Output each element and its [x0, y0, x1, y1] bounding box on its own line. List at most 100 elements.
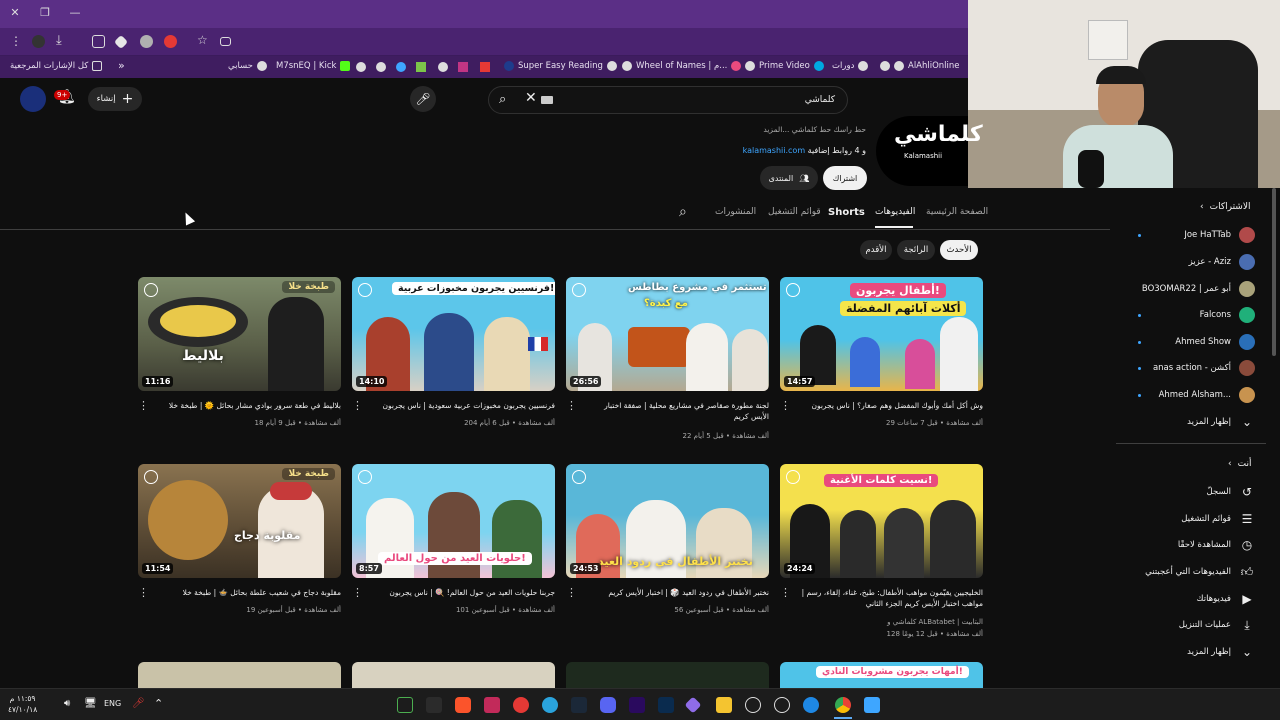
- video-title[interactable]: جربنا حلويات العيد من حول العالم! 🍭 | نا…: [370, 588, 555, 599]
- sidebar-sub-aziz[interactable]: عزيز - Aziz: [1130, 251, 1255, 273]
- bookmark-alahli[interactable]: AlAhliOnline: [880, 61, 960, 71]
- file-explorer-icon[interactable]: [716, 697, 732, 713]
- site-icon[interactable]: [396, 62, 406, 72]
- extension-round-icon[interactable]: [140, 35, 153, 48]
- steam-icon[interactable]: [571, 697, 587, 713]
- globe-icon[interactable]: [438, 62, 448, 72]
- video-thumbnail[interactable]: نسيت كلمات الأغنية! 24:24: [780, 464, 983, 578]
- sidebar-sub-joe[interactable]: Joe HaTTab: [1130, 224, 1255, 246]
- premiere-icon[interactable]: [629, 697, 645, 713]
- app-icon-a[interactable]: [484, 697, 500, 713]
- minimize-window-icon[interactable]: —: [68, 6, 82, 19]
- video-thumbnail[interactable]: تستثمر في مشروع بطاطس مع كبدة؟ 26:56: [566, 277, 769, 391]
- sidebar-liked[interactable]: الفيديوهات التي أعجبتني 👍︎: [1130, 561, 1255, 583]
- photoshop-icon[interactable]: [658, 697, 674, 713]
- sidebar-watch-later[interactable]: المشاهدة لاحقًا ◷: [1130, 534, 1255, 556]
- video-card[interactable]: أطفال يجربون! أكلات آبائهم المفضلة 14:57…: [780, 277, 983, 427]
- globe-icon[interactable]: [356, 62, 366, 72]
- terminal-icon[interactable]: [426, 697, 442, 713]
- video-thumbnail[interactable]: أطفال يجربون! أكلات آبائهم المفضلة 14:57: [780, 277, 983, 391]
- tab-shorts[interactable]: Shorts: [828, 207, 865, 218]
- channel-about[interactable]: حط راسك حط كلماشي ...المزيد: [763, 125, 866, 134]
- network-icon[interactable]: 🖥︎: [84, 698, 97, 709]
- bookmark-prime[interactable]: Prime Video: [745, 61, 824, 71]
- video-title[interactable]: الخليجيين يقيّمون مواهب الأطفال: طبخ، غن…: [798, 588, 983, 610]
- voice-search-button[interactable]: 🎤︎: [410, 86, 436, 112]
- video-card[interactable]: تستثمر في مشروع بطاطس مع كبدة؟ 26:56 لجن…: [566, 277, 769, 440]
- video-thumbnail[interactable]: [352, 662, 555, 688]
- video-title[interactable]: لجنة مطورة صقاصر في مشاريع محلية | صفقة …: [584, 401, 769, 423]
- video-card[interactable]: نختبر الأطفال في ردود العيد 24:53 نختبر …: [566, 464, 769, 614]
- sidebar-sub-bo3omar[interactable]: BO3OMAR22 | أبو عمر: [1130, 278, 1255, 300]
- menu-dots-icon[interactable]: ⋮: [10, 34, 22, 48]
- search-box[interactable]: ⌕ ✕ كلماشي: [488, 86, 848, 114]
- video-thumbnail[interactable]: [566, 662, 769, 688]
- discord-icon[interactable]: [600, 697, 616, 713]
- clear-search-icon[interactable]: ✕: [525, 90, 537, 106]
- search-input[interactable]: كلماشي: [805, 95, 835, 105]
- edge-icon[interactable]: [803, 697, 819, 713]
- more-options-icon[interactable]: ⋮: [780, 400, 791, 411]
- subscriptions-header[interactable]: ‹ الاشتراكات: [1200, 202, 1250, 212]
- more-options-icon[interactable]: ⋮: [780, 587, 791, 598]
- sidebar-playlists[interactable]: قوائم التشغيل ☰: [1130, 508, 1255, 530]
- site-icon[interactable]: [458, 62, 468, 72]
- video-thumbnail[interactable]: نختبر الأطفال في ردود العيد 24:53: [566, 464, 769, 578]
- download-icon[interactable]: ⤓: [56, 33, 62, 48]
- video-thumbnail[interactable]: حلويات العيد من حول العالم! 8:57: [352, 464, 555, 578]
- chip-latest[interactable]: الأحدث: [940, 240, 978, 260]
- video-title[interactable]: بلاليط في طعة سرور بوادي مشار بحائل 🌞 | …: [156, 401, 341, 412]
- account-avatar[interactable]: [20, 86, 46, 112]
- sidebar-sub-anas[interactable]: anas action - أكشن: [1130, 357, 1255, 379]
- chip-popular[interactable]: الرائجة: [897, 240, 935, 260]
- extension-icon[interactable]: [32, 35, 45, 48]
- page-action-icon[interactable]: [220, 37, 231, 46]
- more-options-icon[interactable]: ⋮: [138, 400, 149, 411]
- video-thumbnail[interactable]: فرنسيين يجربون مخبوزات عربية! 14:10: [352, 277, 555, 391]
- video-thumbnail[interactable]: طبخة خلا بلاليط 11:16: [138, 277, 341, 391]
- clock[interactable]: ١١:٥٩ م ٤٧/١٠/١٨: [8, 694, 37, 715]
- app-icon-1[interactable]: [397, 697, 413, 713]
- tab-posts[interactable]: المنشورات: [715, 207, 756, 217]
- sidebar-show-more[interactable]: إظهار المزيد ⌄: [1130, 411, 1255, 433]
- site-icon[interactable]: [416, 62, 426, 72]
- channel-search-icon[interactable]: ⌕: [679, 204, 687, 220]
- globe-icon[interactable]: [376, 62, 386, 72]
- you-header[interactable]: ‹ أنت: [1228, 459, 1251, 469]
- video-card[interactable]: حلويات العيد من حول العالم! 8:57 جربنا ح…: [352, 464, 555, 614]
- sidebar-sub-ahmedshow[interactable]: Ahmed Show: [1130, 331, 1255, 353]
- sidebar-you-show-more[interactable]: إظهار المزيد ⌄: [1130, 641, 1255, 663]
- bookmark-courses[interactable]: دورات: [832, 61, 869, 71]
- sidebar-history[interactable]: السجلّ ↺: [1130, 481, 1255, 503]
- mic-in-use-icon[interactable]: 🎤︎: [132, 698, 145, 709]
- create-button[interactable]: إنشاء +: [88, 87, 142, 111]
- bookmarks-more-icon[interactable]: »: [118, 59, 125, 72]
- tab-home[interactable]: الصفحة الرئيسية: [926, 207, 988, 217]
- more-options-icon[interactable]: ⋮: [566, 400, 577, 411]
- keyboard-icon[interactable]: [541, 96, 553, 104]
- bookmark-account[interactable]: حسابي: [228, 61, 267, 71]
- app-icon-red[interactable]: [513, 697, 529, 713]
- brave-icon[interactable]: [455, 697, 471, 713]
- video-card[interactable]: طبخة خلا بلاليط 11:16 بلاليط في طعة سرور…: [138, 277, 341, 427]
- restore-window-icon[interactable]: ❐: [38, 6, 52, 19]
- tray-chevron-icon[interactable]: ⌃: [154, 697, 163, 710]
- chrome-icon[interactable]: [835, 697, 851, 713]
- tab-playlists[interactable]: قوائم التشغيل: [768, 207, 821, 217]
- bookmark-all[interactable]: كل الإشارات المرجعية: [10, 61, 103, 71]
- bookmark-reading[interactable]: Super Easy Reading: [504, 61, 617, 71]
- video-thumbnail[interactable]: طبخة خلا مقلوبة دجاج 11:54: [138, 464, 341, 578]
- telegram-icon[interactable]: [542, 697, 558, 713]
- video-channel[interactable]: كلماشي و ALBatabet | البتابيت: [798, 618, 983, 626]
- channel-links[interactable]: kalamashii.com و 4 روابط إضافية: [743, 146, 866, 155]
- more-options-icon[interactable]: ⋮: [566, 587, 577, 598]
- subscribe-button[interactable]: اشتراك: [823, 166, 867, 190]
- video-thumbnail[interactable]: أمهات يجربون مشروبات النادي!: [780, 662, 983, 688]
- community-button[interactable]: المنتدى 👥︎: [760, 166, 818, 190]
- search-icon[interactable]: ⌕: [499, 92, 506, 107]
- tab-videos[interactable]: الفيديوهات: [875, 207, 915, 217]
- more-options-icon[interactable]: ⋮: [352, 587, 363, 598]
- chip-oldest[interactable]: الأقدم: [860, 240, 892, 260]
- sidebar-downloads[interactable]: عمليات التنزيل ⤓: [1130, 614, 1255, 636]
- sidebar-sub-ahmedalsham[interactable]: Ahmed Alsham...: [1130, 384, 1255, 406]
